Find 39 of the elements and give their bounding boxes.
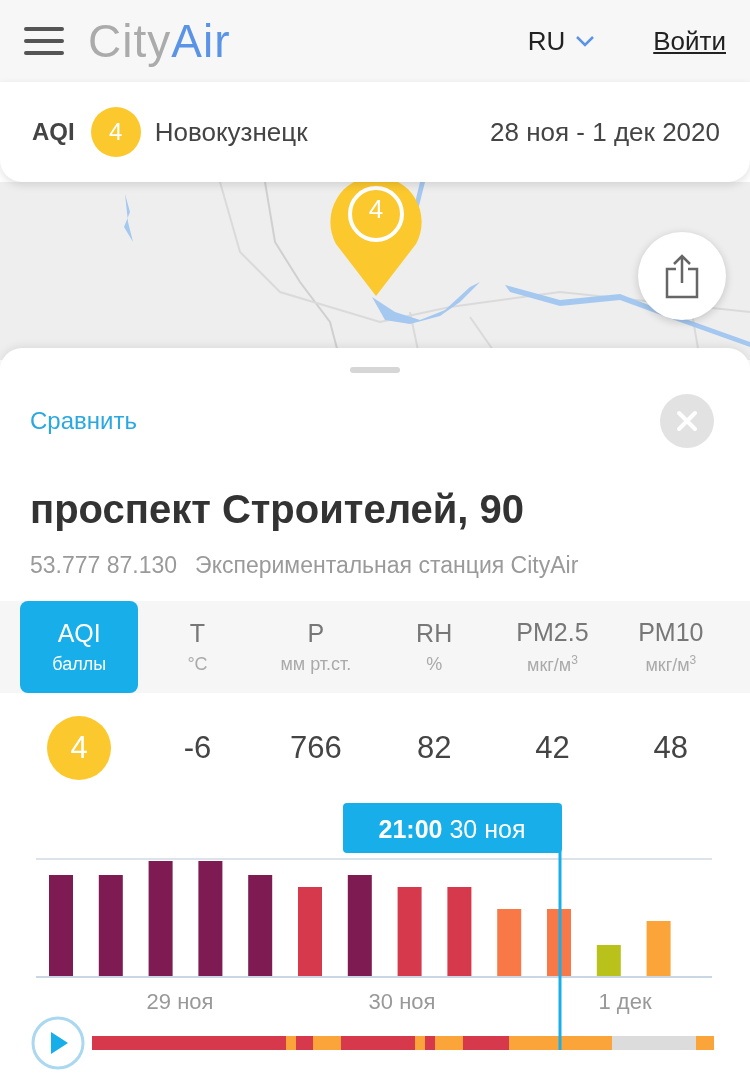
axis-label: 30 ноя [368, 989, 436, 1014]
coordinates: 53.777 87.130 [30, 552, 178, 579]
date-range[interactable]: 28 ноя - 1 дек 2020 [490, 116, 720, 148]
time-tooltip: 21:00 30 ноя [343, 803, 562, 853]
parameter-tab[interactable]: PM10 мкг/м$^{3}$ [611, 601, 730, 693]
chart-bar [596, 945, 621, 977]
axis-label: 1 дек [598, 989, 652, 1014]
language-selector[interactable]: RU [527, 25, 596, 57]
login-link[interactable]: Войти [653, 25, 726, 57]
chart-bar [646, 921, 671, 977]
cursor-line[interactable] [558, 851, 562, 1050]
share-icon [665, 253, 699, 299]
menu-icon [24, 27, 64, 55]
aqi-badge: 4 [47, 716, 112, 780]
parameter-tab[interactable]: T °C [138, 601, 257, 693]
play-button[interactable] [31, 1016, 85, 1070]
timeline-bar[interactable] [92, 1036, 714, 1050]
close-button[interactable] [660, 394, 714, 448]
parameter-value: -6 [183, 730, 212, 766]
aqi-label: AQI [32, 118, 75, 146]
parameter-value: 42 [535, 730, 570, 766]
parameter-value: 48 [653, 730, 689, 766]
compare-button[interactable]: Сравнить [30, 407, 137, 435]
parameter-tab[interactable]: PM2.5 мкг/м$^{3}$ [493, 601, 612, 693]
station-type: Экспериментальная станция CityAir [195, 552, 579, 579]
aqi-badge: 4 [90, 107, 141, 157]
drag-handle[interactable] [350, 367, 400, 373]
parameter-tab[interactable]: AQI баллы [20, 601, 139, 693]
menu-button[interactable] [24, 27, 64, 55]
parameter-tab[interactable]: P мм рт.ст. [256, 601, 375, 693]
chart-bar [497, 909, 522, 977]
parameter-value: 82 [416, 730, 452, 766]
station-title: проспект Строителей, 90 [30, 486, 526, 533]
close-icon [676, 410, 698, 432]
parameter-tab[interactable]: RH % [375, 601, 494, 693]
axis-label: 29 ноя [146, 989, 214, 1014]
city-name[interactable]: Новокузнецк [154, 116, 308, 148]
chevron-down-icon [575, 35, 596, 47]
parameter-value: 766 [289, 730, 342, 766]
